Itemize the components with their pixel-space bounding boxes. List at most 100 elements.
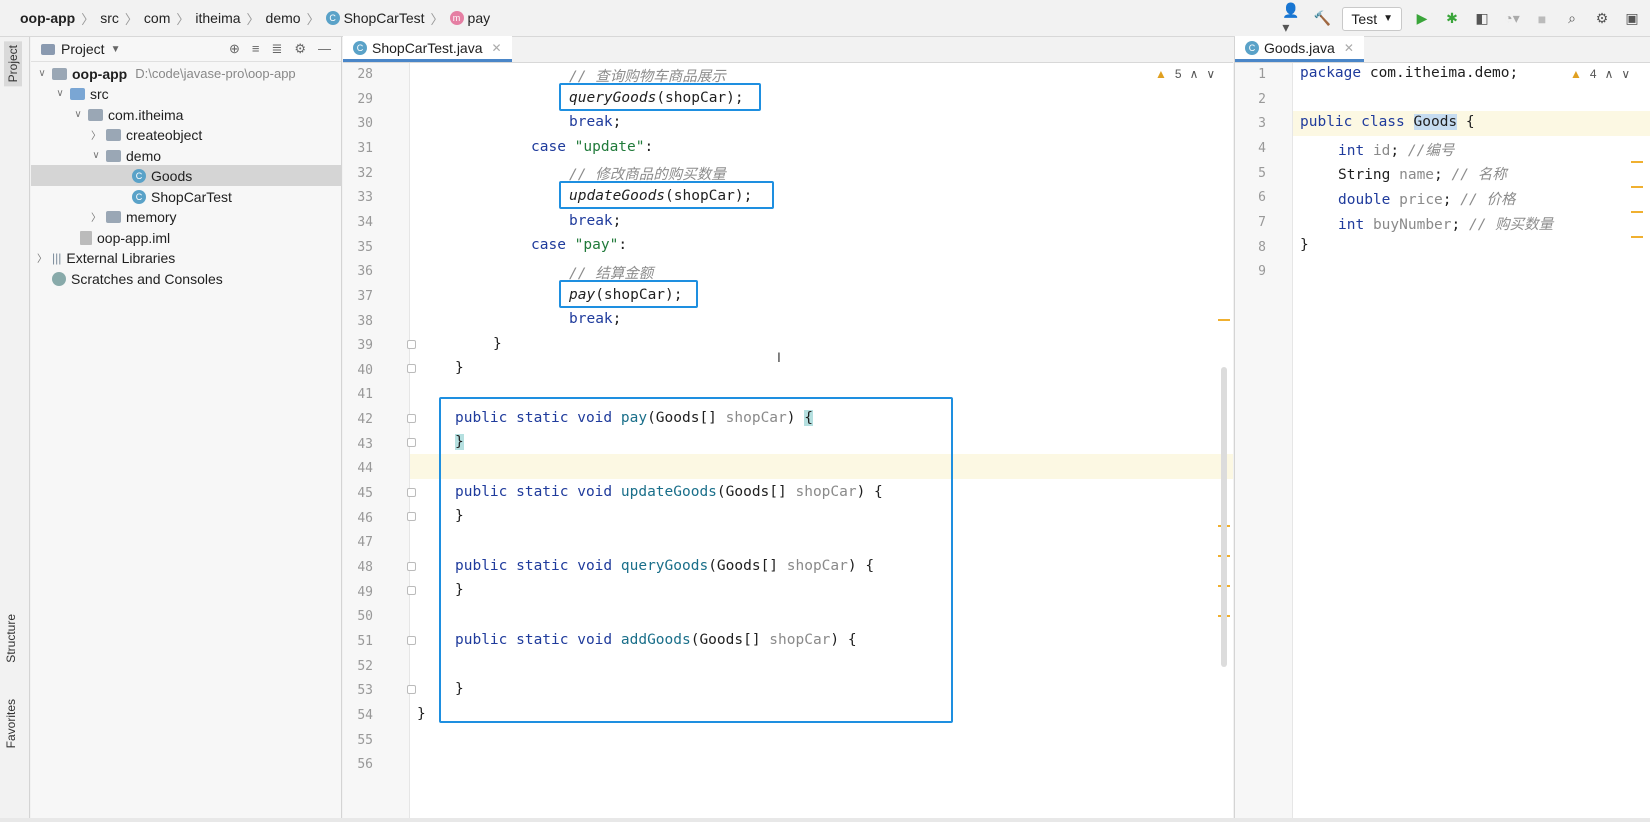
tree-item-com-itheima[interactable]: ∨ com.itheima [71, 104, 183, 125]
chevron-down-icon[interactable]: ∨ [1621, 67, 1630, 81]
vertical-scrollbar[interactable] [1221, 367, 1227, 667]
user-icon[interactable]: 👤▾ [1282, 2, 1302, 35]
debug-icon[interactable]: ✱ [1442, 9, 1462, 29]
inspection-widget[interactable]: ▲ 4 ∧ ∨ [1570, 67, 1630, 81]
tab-goods[interactable]: C Goods.java ✕ [1235, 36, 1364, 62]
fold-marker[interactable] [407, 488, 416, 497]
code-line[interactable]: } [417, 706, 426, 722]
scroll-warning-marker[interactable] [1631, 236, 1643, 238]
breadcrumb-item[interactable]: pay [468, 10, 491, 26]
breadcrumb-item[interactable]: oop-app [20, 10, 75, 26]
run-configuration-select[interactable]: Test ▼ [1342, 6, 1402, 31]
fold-marker[interactable] [407, 586, 416, 595]
expand-all-icon[interactable]: ≡ [252, 41, 260, 57]
tree-item-src[interactable]: ∨ src [53, 83, 108, 104]
code-line[interactable]: } [1300, 237, 1309, 253]
structure-tool-tab[interactable]: Structure [4, 614, 18, 663]
code-line[interactable]: int id; //编号 [1338, 139, 1454, 160]
chevron-up-icon[interactable]: ∧ [1190, 67, 1199, 81]
chevron-down-icon[interactable]: ∨ [53, 88, 67, 99]
package-icon [106, 210, 121, 223]
line-number: 7 [1258, 214, 1266, 230]
gear-icon[interactable]: ⚙ [1592, 9, 1612, 29]
favorites-tool-tab[interactable]: Favorites [4, 699, 18, 748]
code-line[interactable]: public class Goods { [1300, 114, 1475, 130]
chevron-up-icon[interactable]: ∧ [1605, 67, 1614, 81]
line-number: 43 [357, 436, 373, 452]
annotation-box-querygoods [559, 83, 761, 111]
code-line[interactable]: break; [569, 213, 621, 229]
scroll-warning-marker[interactable] [1631, 211, 1643, 213]
tree-item-demo[interactable]: ∨ demo [89, 145, 161, 166]
tree-item-scratches[interactable]: Scratches and Consoles [49, 268, 223, 289]
chevron-down-icon[interactable]: ∨ [1206, 67, 1215, 81]
tab-shopcartest[interactable]: C ShopCarTest.java ✕ [343, 36, 512, 62]
tree-item-memory[interactable]: 〉 memory [89, 206, 177, 227]
inspection-widget[interactable]: ▲ 5 ∧ ∨ [1155, 67, 1215, 81]
fold-marker[interactable] [407, 685, 416, 694]
fold-marker[interactable] [407, 636, 416, 645]
fold-marker[interactable] [407, 512, 416, 521]
run-config-label: Test [1351, 10, 1378, 27]
code-line[interactable]: } [455, 360, 464, 376]
chevron-down-icon: ▼ [1383, 13, 1393, 24]
fold-marker[interactable] [407, 414, 416, 423]
code-line[interactable]: break; [569, 311, 621, 327]
code-line[interactable]: case "update": [531, 139, 653, 155]
project-panel-title[interactable]: Project [61, 41, 105, 57]
tree-item-label: memory [126, 208, 177, 225]
stop-icon[interactable]: ■ [1532, 9, 1552, 29]
project-tool-tab-label: Project [6, 45, 20, 83]
window-icon[interactable]: ▣ [1622, 9, 1642, 29]
tree-item-goods[interactable]: C Goods [31, 165, 342, 186]
chevron-right-icon[interactable]: 〉 [35, 250, 49, 265]
breadcrumb-item[interactable]: demo [266, 10, 301, 26]
fold-marker[interactable] [407, 364, 416, 373]
chevron-down-icon[interactable]: ▼ [111, 44, 121, 55]
line-number: 49 [357, 584, 373, 600]
project-tool-tab[interactable]: Project [4, 41, 22, 87]
code-line[interactable]: } [493, 336, 502, 352]
hammer-icon[interactable]: 🔨 [1312, 9, 1332, 29]
chevron-down-icon[interactable]: ∨ [89, 150, 103, 161]
scroll-warning-marker[interactable] [1218, 319, 1230, 321]
fold-marker[interactable] [407, 438, 416, 447]
chevron-right-icon[interactable]: 〉 [89, 209, 103, 224]
code-line[interactable]: int buyNumber; // 购买数量 [1338, 213, 1553, 234]
tree-item-createobject[interactable]: 〉 createobject [89, 124, 202, 145]
breadcrumb-item[interactable]: itheima [195, 10, 240, 26]
gear-icon[interactable]: ⚙ [294, 41, 306, 57]
profile-icon[interactable]: ◔▾ [1502, 9, 1522, 29]
breadcrumb-item[interactable]: src [100, 10, 119, 26]
code-line[interactable]: case "pay": [531, 237, 627, 253]
method-icon: m [449, 11, 464, 25]
fold-marker[interactable] [407, 562, 416, 571]
code-line[interactable]: String name; // 名称 [1338, 163, 1507, 184]
collapse-all-icon[interactable]: ≣ [271, 41, 282, 57]
tree-item-external-libraries[interactable]: 〉 ||| External Libraries [35, 247, 175, 268]
package-icon [106, 149, 121, 162]
chevron-right-icon: 〉 [176, 11, 190, 27]
close-icon[interactable]: ✕ [492, 41, 502, 55]
fold-marker[interactable] [407, 340, 416, 349]
breadcrumb-item[interactable]: ShopCarTest [344, 10, 425, 26]
chevron-down-icon[interactable]: ∨ [35, 68, 49, 79]
code-line[interactable]: break; [569, 114, 621, 130]
breadcrumb-item[interactable]: com [144, 10, 170, 26]
search-icon[interactable]: ⌕ [1562, 9, 1582, 29]
close-icon[interactable]: ✕ [1344, 41, 1354, 55]
line-number: 30 [357, 116, 373, 132]
tree-item-oop-app-iml[interactable]: oop-app.iml [77, 227, 170, 248]
scroll-warning-marker[interactable] [1631, 186, 1643, 188]
tree-item-oop-app[interactable]: ∨ oop-app D:\code\javase-pro\oop-app [35, 63, 295, 84]
code-line[interactable]: double price; // 价格 [1338, 188, 1515, 209]
coverage-icon[interactable]: ◧ [1472, 9, 1492, 29]
code-line[interactable]: package com.itheima.demo; [1300, 65, 1518, 81]
locate-icon[interactable]: ⊕ [229, 41, 240, 57]
run-icon[interactable]: ▶ [1412, 9, 1432, 29]
scroll-warning-marker[interactable] [1631, 161, 1643, 163]
chevron-down-icon[interactable]: ∨ [71, 109, 85, 120]
minimize-icon[interactable]: — [318, 41, 331, 57]
tree-item-shopcartest[interactable]: C ShopCarTest [129, 186, 232, 207]
chevron-right-icon[interactable]: 〉 [89, 127, 103, 142]
